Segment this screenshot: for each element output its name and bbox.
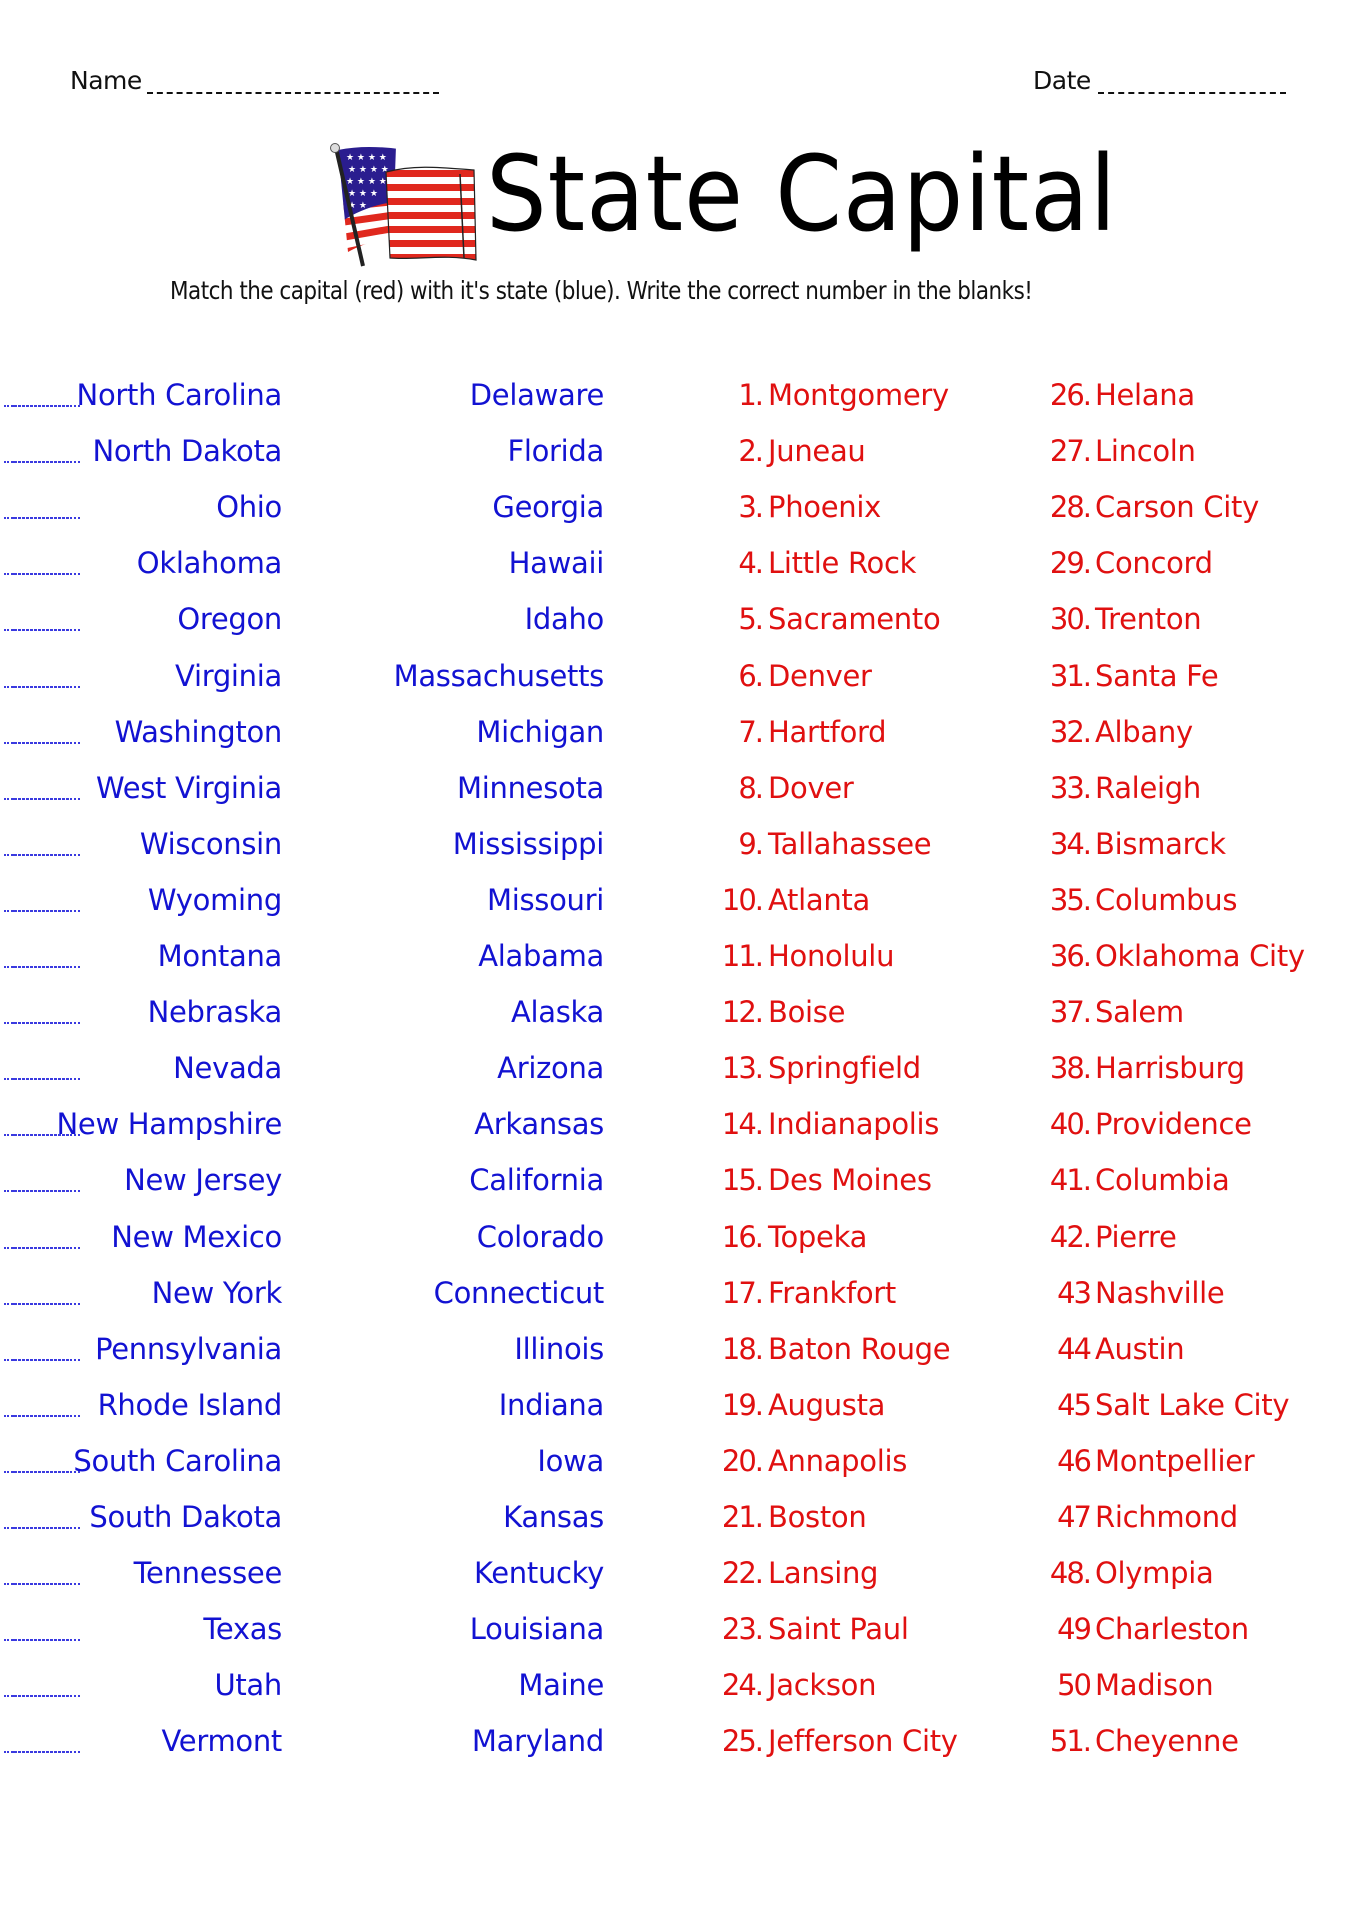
- capital-name: Richmond: [1095, 1500, 1238, 1534]
- capital-name: Oklahoma City: [1095, 939, 1305, 973]
- capital-row: 40. Providence: [0, 1104, 1358, 1144]
- capital-name: Charleston: [1095, 1612, 1249, 1647]
- capital-name: Harrisburg: [1095, 1051, 1245, 1086]
- capital-number: 30.: [1049, 602, 1092, 637]
- capital-row: 42. Pierre: [0, 1217, 1358, 1257]
- capital-row: 51. Cheyenne: [0, 1721, 1358, 1761]
- capital-row: 45 Salt Lake City: [0, 1385, 1358, 1425]
- capital-number: 37.: [1049, 995, 1092, 1030]
- capital-number: 34.: [1049, 826, 1092, 861]
- capital-number: 31.: [1049, 658, 1092, 693]
- capital-row: 35. Columbus: [0, 880, 1358, 920]
- capital-name: Salt Lake City: [1095, 1387, 1290, 1422]
- capital-name: Santa Fe: [1095, 658, 1219, 693]
- capital-row: 27. Lincoln: [0, 431, 1358, 471]
- capital-row: 43 Nashville: [0, 1273, 1358, 1313]
- capital-number: 51.: [1049, 1724, 1092, 1759]
- capital-number: 43: [1057, 1275, 1092, 1310]
- capital-name: Raleigh: [1095, 770, 1201, 805]
- capital-row: 28. Carson City: [0, 487, 1358, 527]
- name-label: Name: [70, 66, 142, 95]
- capital-name: Madison: [1095, 1668, 1214, 1703]
- capital-number: 41.: [1049, 1163, 1092, 1198]
- capital-number: 38.: [1049, 1051, 1092, 1086]
- capital-row: 34. Bismarck: [0, 824, 1358, 864]
- us-flag-icon: ★ ★ ★ ★ ★ ★ ★ ★ ★ ★ ★ ★ ★ ★ ★ ★ ★: [330, 143, 477, 267]
- capital-number: 48.: [1049, 1556, 1092, 1591]
- svg-text:★ ★ ★ ★: ★ ★ ★ ★: [348, 165, 389, 175]
- capital-row: 29. Concord: [0, 543, 1358, 583]
- capital-number: 40.: [1049, 1107, 1092, 1142]
- capital-number: 46: [1057, 1443, 1092, 1478]
- page-title: State Capital: [486, 133, 1118, 255]
- capital-name: Helana: [1095, 378, 1195, 412]
- capital-name: Lincoln: [1095, 434, 1196, 469]
- capital-number: 29.: [1049, 546, 1092, 581]
- capital-name: Albany: [1095, 714, 1193, 749]
- capital-number: 36.: [1049, 939, 1092, 973]
- capital-row: 36. Oklahoma City: [0, 936, 1358, 976]
- capital-row: 30. Trenton: [0, 599, 1358, 639]
- capital-name: Salem: [1095, 995, 1184, 1030]
- capital-row: 32. Albany: [0, 712, 1358, 752]
- capital-row: 46 Montpellier: [0, 1441, 1358, 1481]
- capital-name: Concord: [1095, 546, 1213, 581]
- name-blank-line[interactable]: [147, 92, 439, 94]
- instructions: Match the capital (red) with it's state …: [170, 276, 1033, 305]
- capital-name: Olympia: [1095, 1556, 1214, 1591]
- capital-name: Montpellier: [1095, 1443, 1255, 1478]
- capital-number: 26.: [1049, 378, 1092, 412]
- svg-text:★ ★ ★ ★: ★ ★ ★ ★: [346, 153, 387, 163]
- capital-number: 42.: [1049, 1219, 1092, 1254]
- capital-number: 47: [1057, 1500, 1092, 1534]
- capital-number: 44: [1057, 1331, 1092, 1366]
- capital-number: 45: [1057, 1387, 1092, 1422]
- capital-row: 47 Richmond: [0, 1497, 1358, 1537]
- capital-name: Columbus: [1095, 882, 1238, 917]
- capital-name: Pierre: [1095, 1219, 1177, 1254]
- capital-number: 28.: [1049, 490, 1092, 525]
- capital-row: 33. Raleigh: [0, 768, 1358, 808]
- capital-name: Cheyenne: [1095, 1724, 1239, 1759]
- capital-name: Austin: [1095, 1331, 1185, 1366]
- capital-row: 49 Charleston: [0, 1609, 1358, 1649]
- capital-name: Carson City: [1095, 490, 1259, 525]
- date-blank-line[interactable]: [1098, 92, 1286, 94]
- capital-number: 49: [1057, 1612, 1092, 1647]
- capital-name: Columbia: [1095, 1163, 1230, 1198]
- capital-number: 32.: [1049, 714, 1092, 749]
- capital-row: 41. Columbia: [0, 1160, 1358, 1200]
- date-label: Date: [1033, 66, 1091, 95]
- capital-number: 50: [1057, 1668, 1092, 1703]
- capital-number: 33.: [1049, 770, 1092, 805]
- capital-row: 31. Santa Fe: [0, 656, 1358, 696]
- capital-row: 48. Olympia: [0, 1553, 1358, 1593]
- capital-number: 35.: [1049, 882, 1092, 917]
- capital-number: 27.: [1049, 434, 1092, 469]
- capital-name: Bismarck: [1095, 826, 1226, 861]
- svg-text:★ ★ ★: ★ ★ ★: [348, 189, 378, 199]
- svg-text:★ ★ ★ ★: ★ ★ ★ ★: [346, 177, 387, 187]
- capital-row: 44 Austin: [0, 1329, 1358, 1369]
- capital-row: 26. Helana: [0, 375, 1358, 415]
- capital-row: 50 Madison: [0, 1665, 1358, 1705]
- capital-name: Providence: [1095, 1107, 1252, 1142]
- capital-row: 38. Harrisburg: [0, 1048, 1358, 1088]
- capital-name: Trenton: [1095, 602, 1202, 637]
- capital-name: Nashville: [1095, 1275, 1225, 1310]
- capital-row: 37. Salem: [0, 992, 1358, 1032]
